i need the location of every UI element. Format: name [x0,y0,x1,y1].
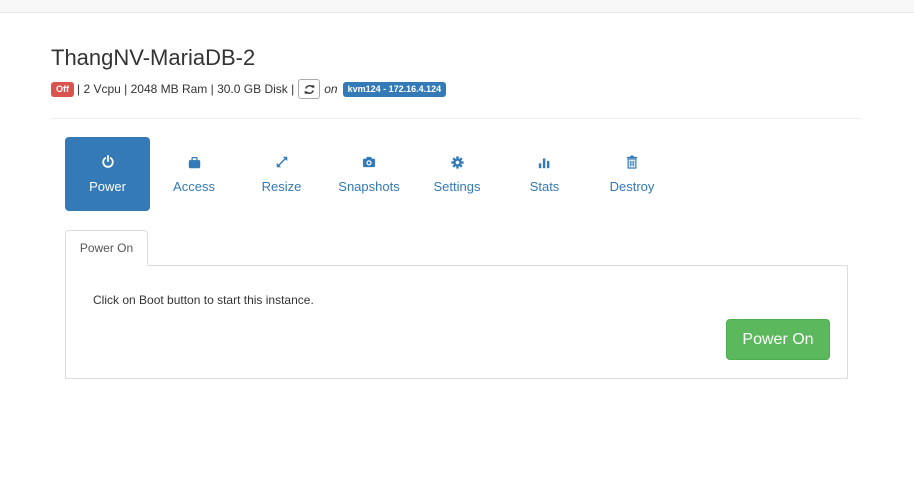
on-text: on [324,82,338,96]
trash-icon [626,154,638,170]
status-badge: Off [51,81,74,97]
power-icon [101,154,115,170]
resize-icon [275,154,289,170]
nav-item-label: Snapshots [338,179,400,194]
refresh-button[interactable] [298,79,321,99]
divider [51,118,861,119]
bar-chart-icon [538,154,551,170]
tab-bar: Power On [65,230,848,266]
gear-icon [450,154,464,170]
power-on-button[interactable]: Power On [726,319,830,360]
nav-item-access[interactable]: Access [150,137,238,211]
nav-item-snapshots[interactable]: Snapshots [325,137,413,211]
nav-item-label: Destroy [609,179,655,194]
panel-message: Click on Boot button to start this insta… [93,293,314,307]
nav-item-label: Access [173,179,215,194]
nav-item-label: Resize [261,179,302,194]
tab-panel: Click on Boot button to start this insta… [65,265,848,379]
nav-item-power[interactable]: Power [65,137,150,211]
nav-item-destroy[interactable]: Destroy [588,137,676,211]
nav-item-label: Power [89,179,126,194]
camera-icon [362,154,376,170]
nav-item-settings[interactable]: Settings [413,137,501,211]
instance-nav: Power Access Resize Snapshots Settings S… [65,137,676,211]
nav-item-label: Settings [433,179,481,194]
nav-item-label: Stats [529,179,560,194]
briefcase-icon [188,154,201,170]
top-navbar [0,0,914,13]
host-label[interactable]: kvm124 - 172.16.4.124 [342,81,447,97]
nav-item-stats[interactable]: Stats [501,137,588,211]
instance-info: Off | 2 Vcpu | 2048 MB Ram | 30.0 GB Dis… [51,79,447,99]
instance-specs: | 2 Vcpu | 2048 MB Ram | 30.0 GB Disk | [77,82,295,96]
nav-item-resize[interactable]: Resize [238,137,325,211]
refresh-icon [304,84,315,94]
tab-power-on[interactable]: Power On [65,230,148,266]
instance-title: ThangNV-MariaDB-2 [51,45,256,70]
